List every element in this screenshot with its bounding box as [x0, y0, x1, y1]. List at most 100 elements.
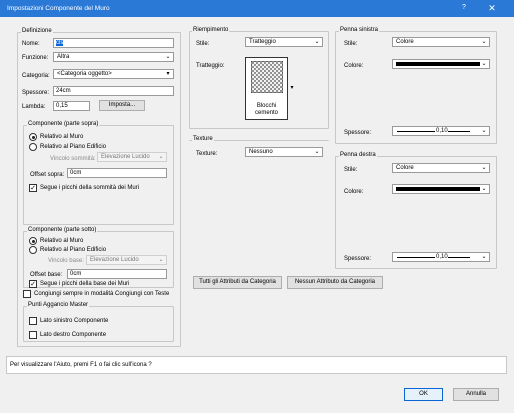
spessore-input[interactable]: 24cm — [53, 86, 174, 96]
penna-sinistra-stile-value: Colore — [396, 39, 414, 45]
riempimento-stile-label: Stile: — [196, 41, 210, 47]
window-title: Impostazioni Componente del Muro — [7, 5, 110, 12]
sotto-relativo-muro-label: Relativo al Muro — [40, 238, 84, 244]
nome-input[interactable]: cls — [53, 38, 174, 48]
penna-sinistra-colore-select[interactable]: ⌄ — [392, 59, 490, 69]
chevron-down-icon: ⌄ — [481, 128, 487, 134]
sopra-relativo-muro-radio[interactable] — [29, 133, 37, 141]
penna-destra-stile-value: Colore — [396, 165, 414, 171]
tratteggio-picker[interactable]: Blocchi cemento — [245, 57, 288, 120]
vincolo-sommita-select[interactable]: Elevazione Lucido ⌄ — [97, 152, 167, 162]
annulla-button[interactable]: Annulla — [453, 388, 499, 401]
penna-sinistra-line-preview-tail — [448, 131, 470, 132]
categoria-value: <Categoria oggetto> — [57, 71, 112, 77]
sotto-relativo-piano-label: Relativo al Piano Edificio — [40, 247, 107, 253]
texture-label: Texture: — [196, 151, 218, 157]
penna-sinistra-spessore-value: 0,10 — [436, 128, 448, 134]
punti-group-label: Punti Aggancio Master — [27, 302, 90, 309]
penna-destra-spessore-label: Spessore: — [344, 256, 372, 262]
sotto-relativo-piano-radio[interactable] — [29, 246, 37, 254]
nessun-attributo-button[interactable]: Nessun Attributo da Categoria — [287, 276, 383, 289]
definizione-group-label: Definizione — [21, 28, 53, 35]
imposta-button[interactable]: Imposta... — [99, 100, 145, 111]
penna-sinistra-color-swatch — [396, 62, 480, 66]
nome-value: cls — [56, 40, 64, 46]
sopra-relativo-piano-label: Relativo al Piano Edificio — [40, 144, 107, 150]
chevron-down-icon: ⌄ — [158, 154, 164, 160]
congiungi-label: Congiungi sempre in modalità Congiungi c… — [34, 291, 170, 297]
help-status-bar: Per visualizzare l'Aiuto, premi F1 o fai… — [6, 356, 507, 374]
penna-destra-spessore-value: 0,10 — [436, 254, 448, 260]
penna-sinistra-colore-label: Colore: — [344, 63, 364, 69]
funzione-select[interactable]: Altra ⌄ — [53, 52, 174, 62]
funzione-label: Funzione: — [22, 55, 49, 61]
penna-sinistra-spessore-label: Spessore: — [344, 130, 372, 136]
lato-sinistro-label: Lato sinistro Componente — [40, 318, 109, 324]
vincolo-base-label: Vincolo base: — [48, 258, 84, 264]
close-icon[interactable]: ✕ — [486, 2, 498, 14]
congiungi-checkbox[interactable] — [23, 290, 31, 298]
segui-sommita-label: Segue i picchi della sommità dei Muri — [40, 185, 140, 191]
sopra-relativo-piano-radio[interactable] — [29, 143, 37, 151]
funzione-value: Altra — [57, 54, 70, 60]
categoria-select[interactable]: <Categoria oggetto> ▾ — [53, 69, 174, 79]
chevron-down-icon: ⌄ — [481, 165, 487, 171]
penna-sinistra-stile-select[interactable]: Colore ⌄ — [392, 37, 490, 47]
chevron-down-icon: ⌄ — [481, 61, 487, 67]
penna-destra-colore-select[interactable]: ⌄ — [392, 184, 490, 194]
riempimento-group-label: Riempimento — [192, 27, 230, 34]
offset-sopra-label: Offset sopra: — [30, 172, 65, 178]
riempimento-stile-select[interactable]: Tratteggio ⌄ — [245, 37, 323, 47]
categoria-label: Categoria: — [22, 73, 50, 79]
hatch-name: Blocchi cemento — [254, 103, 278, 116]
tutti-attributi-button[interactable]: Tutti gli Attributi da Categoria — [193, 276, 282, 289]
dropdown-arrow-icon: ▾ — [166, 71, 170, 77]
riempimento-stile-value: Tratteggio — [249, 39, 276, 45]
lato-destro-checkbox[interactable] — [29, 331, 37, 339]
segui-sommita-checkbox[interactable]: ✓ — [29, 184, 37, 192]
tratteggio-dropdown-button[interactable]: ▾ — [288, 83, 296, 93]
sotto-group-label: Componente (parte sotto) — [27, 227, 98, 234]
penna-destra-line-preview-tail — [448, 257, 470, 258]
penna-sinistra-group-label: Penna sinistra — [339, 27, 380, 34]
offset-base-input[interactable]: 0cm — [67, 269, 167, 279]
lambda-label: Lambda: — [22, 104, 46, 110]
sopra-relativo-muro-label: Relativo al Muro — [40, 134, 84, 140]
texture-value: Nessuno — [249, 149, 273, 155]
chevron-down-icon: ⌄ — [314, 39, 320, 45]
penna-destra-spessore-select[interactable]: 0,10 ⌄ — [392, 252, 490, 262]
lato-sinistro-checkbox[interactable] — [29, 317, 37, 325]
sopra-group-label: Componente (parte sopra) — [27, 121, 100, 128]
penna-sinistra-spessore-select[interactable]: 0,10 ⌄ — [392, 126, 490, 136]
lambda-input[interactable]: 0,15 — [53, 101, 90, 111]
segui-base-label: Segue i picchi della base dei Muri — [40, 281, 130, 287]
chevron-down-icon: ⌄ — [481, 186, 487, 192]
vincolo-base-select[interactable]: Elevazione Lucido ⌄ — [86, 255, 167, 265]
segui-base-checkbox-main[interactable]: ✓ — [29, 280, 37, 288]
help-icon[interactable]: ? — [462, 4, 466, 11]
texture-select[interactable]: Nessuno ⌄ — [245, 147, 323, 157]
penna-destra-line-preview — [397, 257, 435, 258]
chevron-down-icon: ⌄ — [314, 149, 320, 155]
chevron-down-icon: ⌄ — [481, 254, 487, 260]
penna-destra-colore-label: Colore: — [344, 189, 364, 195]
tratteggio-label: Tratteggio: — [196, 63, 225, 69]
texture-group-label: Texture — [192, 136, 214, 143]
chevron-down-icon: ⌄ — [481, 39, 487, 45]
sotto-relativo-muro-radio[interactable] — [29, 237, 37, 245]
vincolo-sommita-label: Vincolo sommità: — [50, 156, 96, 162]
dialog-window: Impostazioni Componente del Muro ? ✕ Def… — [0, 0, 514, 413]
chevron-down-icon: ⌄ — [165, 54, 171, 60]
spessore-label: Spessore: — [22, 90, 50, 96]
hatch-pattern-preview — [251, 61, 283, 93]
offset-sopra-input[interactable]: 0cm — [67, 168, 167, 178]
lato-destro-label: Lato destro Componente — [40, 332, 107, 338]
nome-label: Nome: — [22, 41, 40, 47]
chevron-down-icon: ⌄ — [158, 257, 164, 263]
penna-destra-stile-select[interactable]: Colore ⌄ — [392, 163, 490, 173]
offset-base-label: Offset base: — [30, 272, 63, 278]
penna-destra-group-label: Penna destra — [339, 152, 377, 159]
ok-button[interactable]: OK — [404, 388, 443, 401]
penna-sinistra-line-preview — [397, 131, 435, 132]
penna-destra-color-swatch — [396, 187, 480, 191]
